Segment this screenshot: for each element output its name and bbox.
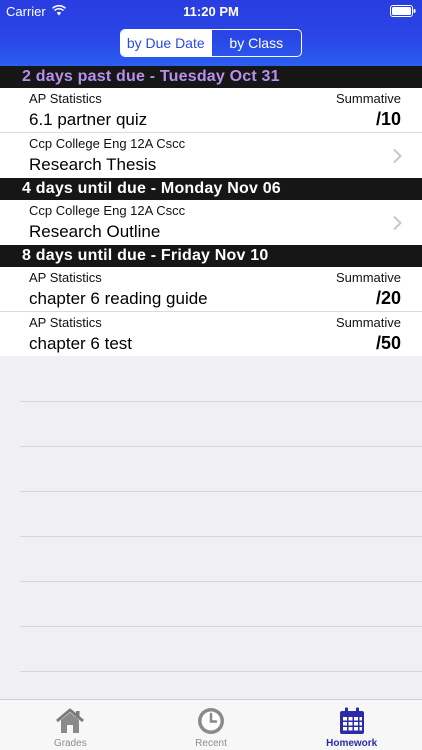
section-header: 4 days until due - Monday Nov 06 bbox=[0, 178, 422, 200]
score-value: /50 bbox=[375, 333, 401, 353]
category-label: Summative bbox=[335, 91, 401, 106]
chevron-right-icon bbox=[393, 148, 402, 164]
segment-by-class[interactable]: by Class bbox=[210, 30, 302, 56]
homework-list: 2 days past due - Tuesday Oct 31 AP Stat… bbox=[0, 66, 422, 357]
clock-icon bbox=[198, 708, 224, 734]
section-header: 8 days until due - Friday Nov 10 bbox=[0, 245, 422, 267]
calendar-icon bbox=[339, 707, 364, 734]
homework-row[interactable]: AP Statistics Summative chapter 6 test /… bbox=[0, 312, 422, 357]
tab-label: Recent bbox=[195, 738, 227, 749]
homework-row[interactable]: AP Statistics Summative 6.1 partner quiz… bbox=[0, 88, 422, 133]
assignment-title: Research Outline bbox=[29, 222, 161, 241]
section-header: 2 days past due - Tuesday Oct 31 bbox=[0, 66, 422, 88]
assignment-title: chapter 6 reading guide bbox=[29, 289, 208, 308]
separator-line bbox=[20, 536, 422, 537]
assignment-title: Research Thesis bbox=[29, 155, 157, 174]
battery-icon bbox=[390, 5, 416, 17]
navigation-header: Carrier 11:20 PM by Due Date by Class bbox=[0, 0, 422, 66]
class-name: AP Statistics bbox=[29, 315, 102, 330]
class-name: Ccp College Eng 12A Cscc bbox=[29, 203, 186, 218]
class-name: AP Statistics bbox=[29, 91, 102, 106]
empty-table-area bbox=[0, 356, 422, 699]
chevron-right-icon bbox=[393, 215, 402, 231]
tab-label: Homework bbox=[326, 738, 378, 749]
separator-line bbox=[20, 581, 422, 582]
assignment-title: chapter 6 test bbox=[29, 334, 133, 353]
category-label: Summative bbox=[335, 315, 401, 330]
view-mode-segmented-control: by Due Date by Class bbox=[120, 29, 302, 57]
separator-line bbox=[20, 401, 422, 402]
homework-row[interactable]: Ccp College Eng 12A Cscc Research Thesis bbox=[0, 133, 422, 178]
house-icon bbox=[56, 708, 85, 733]
separator-line bbox=[20, 671, 422, 672]
assignment-title: 6.1 partner quiz bbox=[29, 110, 148, 129]
score-value: /20 bbox=[375, 288, 401, 308]
homework-row[interactable]: AP Statistics Summative chapter 6 readin… bbox=[0, 267, 422, 312]
score-value: /10 bbox=[375, 109, 401, 129]
status-bar: Carrier 11:20 PM bbox=[0, 0, 422, 22]
clock: 11:20 PM bbox=[183, 4, 239, 19]
separator-line bbox=[20, 626, 422, 627]
tab-homework[interactable]: Homework bbox=[281, 700, 422, 750]
tab-grades[interactable]: Grades bbox=[0, 700, 141, 750]
separator-line bbox=[20, 446, 422, 447]
class-name: AP Statistics bbox=[29, 270, 102, 285]
segment-by-due-date[interactable]: by Due Date bbox=[121, 30, 211, 56]
tab-recent[interactable]: Recent bbox=[141, 700, 282, 750]
tab-bar: Grades Recent Homework bbox=[0, 699, 422, 750]
tab-label: Grades bbox=[53, 738, 87, 749]
homework-row[interactable]: Ccp College Eng 12A Cscc Research Outlin… bbox=[0, 200, 422, 245]
separator-line bbox=[20, 491, 422, 492]
category-label: Summative bbox=[335, 270, 401, 285]
class-name: Ccp College Eng 12A Cscc bbox=[29, 136, 186, 151]
